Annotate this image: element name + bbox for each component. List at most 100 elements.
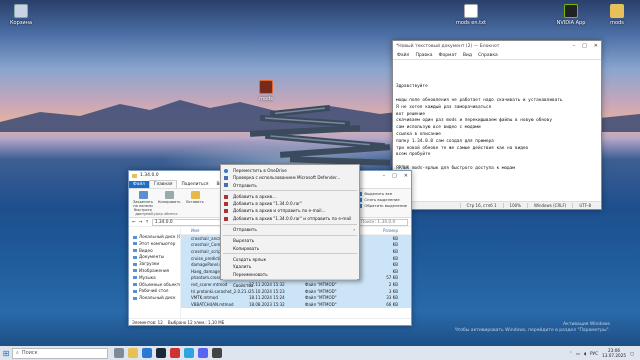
- nvidia-app-icon[interactable]: NVIDIA App: [552, 4, 590, 26]
- file-size: KB: [392, 268, 398, 274]
- file-row[interactable]: VMTK.mtmod 18.11.2024 15:24 Файл "MTMOD" 33…: [181, 294, 411, 301]
- taskbar-search[interactable]: ⌕ Поиск: [12, 347, 108, 359]
- paste-label: Вставить: [186, 200, 204, 204]
- context-menu-item[interactable]: Добавить в архив...: [221, 193, 359, 200]
- menu-format[interactable]: Формат: [439, 53, 457, 58]
- notepad-app-icon[interactable]: [212, 348, 222, 358]
- forward-icon[interactable]: →: [139, 220, 143, 225]
- context-menu-item[interactable]: Переименовать: [221, 271, 359, 278]
- notifications-icon[interactable]: ▢: [630, 351, 634, 356]
- network-icon[interactable]: ▭: [576, 351, 580, 356]
- search-input[interactable]: Поиск: 1.34.0.0: [358, 218, 408, 226]
- shortcut-glyph-icon: [259, 80, 273, 94]
- nav-item[interactable]: Музыка: [129, 275, 180, 282]
- tab-file[interactable]: Файл: [129, 180, 149, 188]
- context-menu-item[interactable]: Добавить в архив и отправить по e-mail..…: [221, 207, 359, 214]
- context-menu-item[interactable]: Отправить ›: [221, 226, 359, 233]
- menu-separator: [223, 234, 357, 236]
- notepad-line: [396, 91, 601, 98]
- nav-item[interactable]: Объемные объекты: [129, 282, 180, 289]
- line-ending: Windows (CRLF): [526, 203, 572, 208]
- menu-view[interactable]: Вид: [463, 53, 472, 58]
- menu-help[interactable]: Справка: [478, 53, 498, 58]
- nav-item[interactable]: Загрузки: [129, 261, 180, 268]
- file-size: 3 KB: [388, 288, 398, 294]
- tab-home[interactable]: Главная: [148, 180, 178, 188]
- chevron-up-icon[interactable]: ˄: [570, 351, 572, 356]
- menu-edit[interactable]: Правка: [415, 53, 432, 58]
- mods-shortcut-icon[interactable]: mods: [247, 80, 285, 102]
- steam-app-icon[interactable]: [156, 348, 166, 358]
- file-size: KB: [392, 242, 398, 248]
- file-size: KB: [392, 235, 398, 241]
- text-file-icon[interactable]: mods en.txt: [452, 4, 490, 26]
- onedrive-menu-label: Переместить в OneDrive: [233, 168, 287, 173]
- menu-label: Копировать: [233, 245, 260, 251]
- select-group: Выделить все Снять выделение Обратить вы…: [358, 191, 407, 209]
- mods-folder-icon[interactable]: mods: [598, 4, 636, 26]
- context-menu-item[interactable]: Переместить в OneDrive: [221, 167, 359, 174]
- explorer-statusbar: Элементов: 12 Выбрано 12 элем.: 1,10 МБ: [129, 318, 411, 325]
- menu-separator: [223, 279, 357, 281]
- nav-item[interactable]: Локальный диск: [129, 295, 180, 302]
- desktop-icon-label: mods en.txt: [455, 20, 486, 26]
- language-indicator[interactable]: РУС: [590, 351, 598, 356]
- maximize-icon[interactable]: □: [392, 173, 397, 179]
- desktop-icon-label: NVIDIA App: [556, 20, 586, 26]
- cursor-position: Стр 16, стлб 1: [459, 203, 503, 208]
- menu-label: Переименовать: [233, 271, 268, 277]
- clock[interactable]: 23:06 13.07.2025: [602, 348, 626, 358]
- context-menu-item[interactable]: Отправить: [221, 182, 359, 189]
- task-view-icon[interactable]: [114, 348, 124, 358]
- paste-button[interactable]: Вставить: [184, 191, 206, 215]
- context-menu-item[interactable]: Добавить в архив "1.34.0.0.rar" и отправ…: [221, 215, 359, 222]
- context-menu-item[interactable]: Копировать: [221, 245, 359, 252]
- pier-image: [250, 104, 391, 166]
- file-name: VBBATCH4AN.mtmod: [191, 301, 234, 307]
- telegram-app-icon[interactable]: [184, 348, 194, 358]
- notepad-line: [396, 71, 601, 78]
- minimize-icon[interactable]: –: [383, 173, 386, 179]
- start-button[interactable]: ⊞: [0, 349, 12, 358]
- context-menu-item[interactable]: Проверка с использованием Microsoft Defe…: [221, 174, 359, 181]
- close-icon[interactable]: ✕: [404, 173, 408, 179]
- context-menu-item[interactable]: Создать ярлык: [221, 256, 359, 263]
- invert-selection-button[interactable]: Обратить выделение: [358, 203, 407, 209]
- notepad-line: моды поле обновления не работает надо ск…: [396, 97, 563, 103]
- context-menu-item[interactable]: Вырезать: [221, 237, 359, 244]
- context-menu-item[interactable]: Добавить в архив "1.34.0.0.rar": [221, 200, 359, 207]
- file-row[interactable]: VBBATCH4AN.mtmod 18.08.2023 15:32 Файл "MT…: [181, 300, 411, 308]
- search-icon: ⌕: [16, 350, 19, 356]
- nav-item[interactable]: Документы: [129, 254, 180, 261]
- notepad-menubar: Файл Правка Формат Вид Справка: [393, 51, 601, 59]
- close-icon[interactable]: ✕: [594, 43, 598, 49]
- up-icon[interactable]: ↑: [145, 220, 149, 225]
- context-menu-item[interactable]: Удалить: [221, 263, 359, 270]
- nav-item[interactable]: Этот компьютер: [129, 241, 180, 248]
- notepad-line: ссылка в описание: [396, 131, 441, 137]
- notepad-window[interactable]: *Новый текстовый документ (2) — Блокнот …: [392, 40, 602, 210]
- nav-item[interactable]: Видео: [129, 248, 180, 255]
- menu-file[interactable]: Файл: [397, 53, 409, 58]
- file-size: 2 KB: [388, 281, 398, 287]
- notepad-titlebar[interactable]: *Новый текстовый документ (2) — Блокнот …: [393, 41, 601, 51]
- notepad-text-area[interactable]: Здравствуйте моды поле обновления не рабо…: [393, 59, 601, 201]
- file-date: 18.11.2024 15:24: [249, 295, 285, 301]
- menu-label: Удалить: [233, 264, 252, 270]
- discord-app-icon[interactable]: [198, 348, 208, 358]
- nav-item[interactable]: Рабочий стол: [129, 288, 180, 295]
- volume-icon[interactable]: ◖: [584, 351, 586, 356]
- maximize-icon[interactable]: □: [582, 43, 587, 49]
- recycle-bin-icon[interactable]: Корзина: [2, 4, 40, 26]
- column-size[interactable]: Размер: [361, 228, 401, 234]
- edge-app-icon[interactable]: [142, 348, 152, 358]
- nav-item-local-disk[interactable]: Локальный диск (C:): [129, 234, 180, 241]
- context-menu-item[interactable]: Свойства: [221, 282, 359, 289]
- minimize-icon[interactable]: –: [573, 43, 576, 49]
- back-icon[interactable]: ←: [132, 220, 136, 225]
- game-app-icon[interactable]: [170, 348, 180, 358]
- nav-item[interactable]: Изображения: [129, 268, 180, 275]
- clipboard-group-label: Буфер обмена: [151, 212, 178, 216]
- tab-share[interactable]: Поделиться: [177, 181, 212, 188]
- explorer-app-icon[interactable]: [128, 348, 138, 358]
